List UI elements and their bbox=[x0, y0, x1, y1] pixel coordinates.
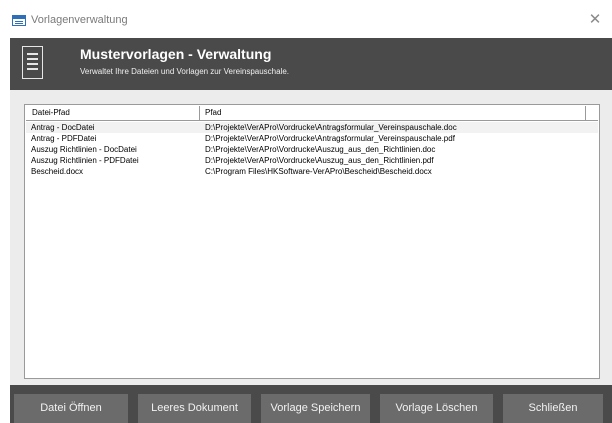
save-template-button[interactable]: Vorlage Speichern bbox=[261, 394, 370, 423]
list-item[interactable]: Antrag - PDFDatei D:\Projekte\VerAPro\Vo… bbox=[26, 133, 598, 144]
list-rows: Antrag - DocDatei D:\Projekte\VerAPro\Vo… bbox=[26, 122, 598, 177]
column-header-pfad[interactable]: Pfad bbox=[201, 106, 586, 120]
list-item-path: D:\Projekte\VerAPro\Vordrucke\Antragsfor… bbox=[205, 134, 455, 143]
list-item-name: Auszug Richtlinien - DocDatei bbox=[31, 145, 137, 154]
main-panel: Datei-Pfad Pfad Antrag - DocDatei D:\Pro… bbox=[10, 90, 612, 385]
list-item-path: C:\Program Files\HKSoftware-VerAPro\Besc… bbox=[205, 167, 432, 176]
template-list[interactable]: Datei-Pfad Pfad Antrag - DocDatei D:\Pro… bbox=[24, 104, 600, 379]
list-item-name: Antrag - DocDatei bbox=[31, 123, 95, 132]
document-icon bbox=[22, 46, 43, 79]
title-bar: Vorlagenverwaltung ✕ bbox=[0, 0, 612, 38]
list-item[interactable]: Auszug Richtlinien - DocDatei D:\Projekt… bbox=[26, 144, 598, 155]
list-item-name: Auszug Richtlinien - PDFDatei bbox=[31, 156, 139, 165]
list-item[interactable]: Antrag - DocDatei D:\Projekte\VerAPro\Vo… bbox=[26, 122, 598, 133]
list-item-path: D:\Projekte\VerAPro\Vordrucke\Auszug_aus… bbox=[205, 156, 434, 165]
list-item[interactable]: Auszug Richtlinien - PDFDatei D:\Projekt… bbox=[26, 155, 598, 166]
close-button[interactable]: Schließen bbox=[503, 394, 603, 423]
form-icon bbox=[12, 15, 26, 26]
page-subtitle: Verwaltet Ihre Dateien und Vorlagen zur … bbox=[80, 67, 290, 76]
list-item-path: D:\Projekte\VerAPro\Vordrucke\Antragsfor… bbox=[205, 123, 457, 132]
close-window-icon[interactable]: ✕ bbox=[586, 10, 604, 28]
header-banner: Mustervorlagen - Verwaltung Verwaltet Ih… bbox=[10, 38, 612, 90]
list-item[interactable]: Bescheid.docx C:\Program Files\HKSoftwar… bbox=[26, 166, 598, 177]
list-item-name: Bescheid.docx bbox=[31, 167, 84, 176]
column-header-datei-pfad[interactable]: Datei-Pfad bbox=[28, 106, 200, 120]
list-item-name: Antrag - PDFDatei bbox=[31, 134, 97, 143]
delete-template-button[interactable]: Vorlage Löschen bbox=[380, 394, 493, 423]
page-title: Mustervorlagen - Verwaltung bbox=[80, 46, 272, 62]
button-bar: Datei Öffnen Leeres Dokument Vorlage Spe… bbox=[10, 385, 612, 423]
window-title: Vorlagenverwaltung bbox=[31, 14, 128, 26]
list-header: Datei-Pfad Pfad bbox=[26, 106, 598, 121]
empty-document-button[interactable]: Leeres Dokument bbox=[138, 394, 251, 423]
open-file-button[interactable]: Datei Öffnen bbox=[14, 394, 128, 423]
list-item-path: D:\Projekte\VerAPro\Vordrucke\Auszug_aus… bbox=[205, 145, 436, 154]
